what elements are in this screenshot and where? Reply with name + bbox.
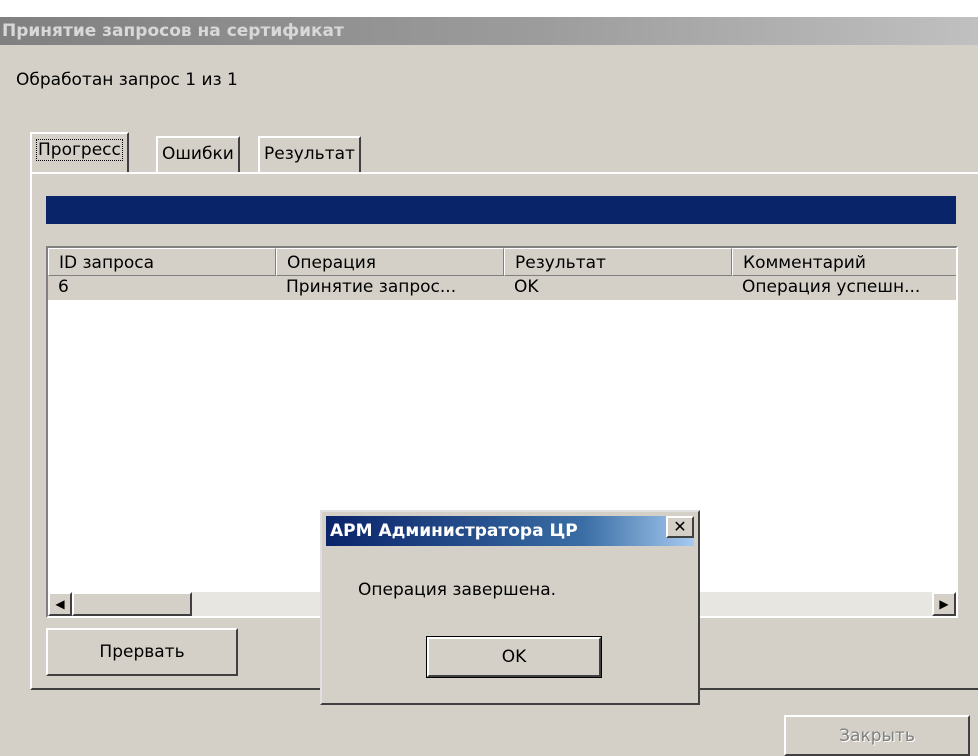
close-icon[interactable]: ✕ xyxy=(666,516,694,538)
message-dialog: АРМ Администратора ЦР ✕ Операция заверше… xyxy=(320,510,700,705)
tab-errors-label: Ошибки xyxy=(162,144,234,164)
tab-result[interactable]: Результат xyxy=(258,136,361,172)
tab-result-label: Результат xyxy=(264,144,355,164)
tab-progress-label: Прогресс xyxy=(36,139,123,161)
ok-button[interactable]: OK xyxy=(426,636,602,678)
status-text: Обработан запрос 1 из 1 xyxy=(16,70,238,90)
dialog-title: АРМ Администратора ЦР xyxy=(330,521,578,541)
tab-errors[interactable]: Ошибки xyxy=(156,136,240,172)
close-button[interactable]: Закрыть xyxy=(784,715,970,756)
dialog-message: Операция завершена. xyxy=(358,580,557,600)
window-titlebar[interactable]: Принятие запросов на сертификат xyxy=(0,17,978,45)
top-strip xyxy=(0,0,978,17)
dialog-titlebar[interactable]: АРМ Администратора ЦР xyxy=(326,516,694,546)
tab-progress[interactable]: Прогресс xyxy=(30,132,129,172)
window-title: Принятие запросов на сертификат xyxy=(2,21,344,41)
ok-button-label: OK xyxy=(427,637,601,677)
